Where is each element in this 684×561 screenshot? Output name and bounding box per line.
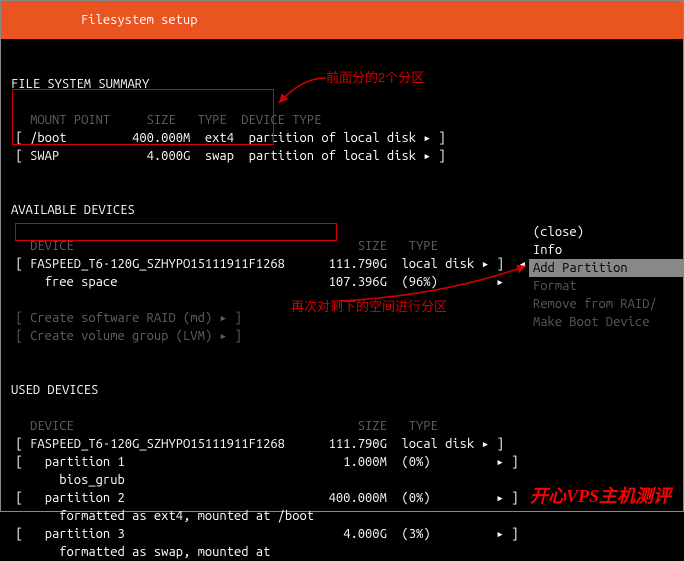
used-partition-1[interactable]: [ partition 1 1.000M (0%) ▸ ] [1, 455, 518, 469]
menu-format: Format [529, 277, 684, 295]
menu-add-partition[interactable]: Add Partition [529, 259, 684, 277]
used-columns: DEVICE SIZE TYPE [1, 419, 438, 433]
used-partition-3-desc: formatted as swap, mounted at [1, 545, 270, 559]
menu-make-boot: Make Boot Device [529, 313, 684, 331]
window-header: Filesystem setup [1, 1, 683, 39]
available-free-row[interactable]: free space 107.396G (96%) ▸ [1, 275, 504, 289]
summary-columns: MOUNT POINT SIZE TYPE [1, 113, 227, 127]
watermark: 开心VPS主机测评 [530, 487, 671, 505]
menu-info[interactable]: Info [529, 241, 684, 259]
used-partition-3[interactable]: [ partition 3 4.000G (3%) ▸ ] [1, 527, 518, 541]
used-partition-2[interactable]: [ partition 2 400.000M (0%) ▸ ] [1, 491, 518, 505]
summary-row-swap[interactable]: [ SWAP 4.000G swap partition of local di… [1, 149, 446, 163]
menu-close[interactable]: (close) [529, 223, 684, 241]
used-partition-1-desc: bios_grub [1, 473, 125, 487]
used-devices-title: USED DEVICES [1, 383, 98, 397]
context-menu: (close) Info Add Partition Format Remove… [529, 223, 684, 331]
menu-remove-raid: Remove from RAID/ [529, 295, 684, 313]
window-title: Filesystem setup [81, 11, 197, 29]
used-partition-2-desc: formatted as ext4, mounted at /boot [1, 509, 314, 523]
file-system-summary-title: FILE SYSTEM SUMMARY [1, 77, 149, 91]
available-columns: DEVICE SIZE TYPE [1, 239, 438, 253]
create-lvm-row[interactable]: [ Create volume group (LVM) ▸ ] [1, 329, 242, 343]
summary-row-boot[interactable]: [ /boot 400.000M ext4 partition of local… [1, 131, 446, 145]
used-disk-row[interactable]: [ FASPEED_T6-120G_SZHYPO15111911F1268 11… [1, 437, 504, 451]
available-disk-row[interactable]: [ FASPEED_T6-120G_SZHYPO15111911F1268 11… [1, 257, 526, 271]
available-devices-title: AVAILABLE DEVICES [1, 203, 135, 217]
create-raid-row[interactable]: [ Create software RAID (md) ▸ ] [1, 311, 242, 325]
